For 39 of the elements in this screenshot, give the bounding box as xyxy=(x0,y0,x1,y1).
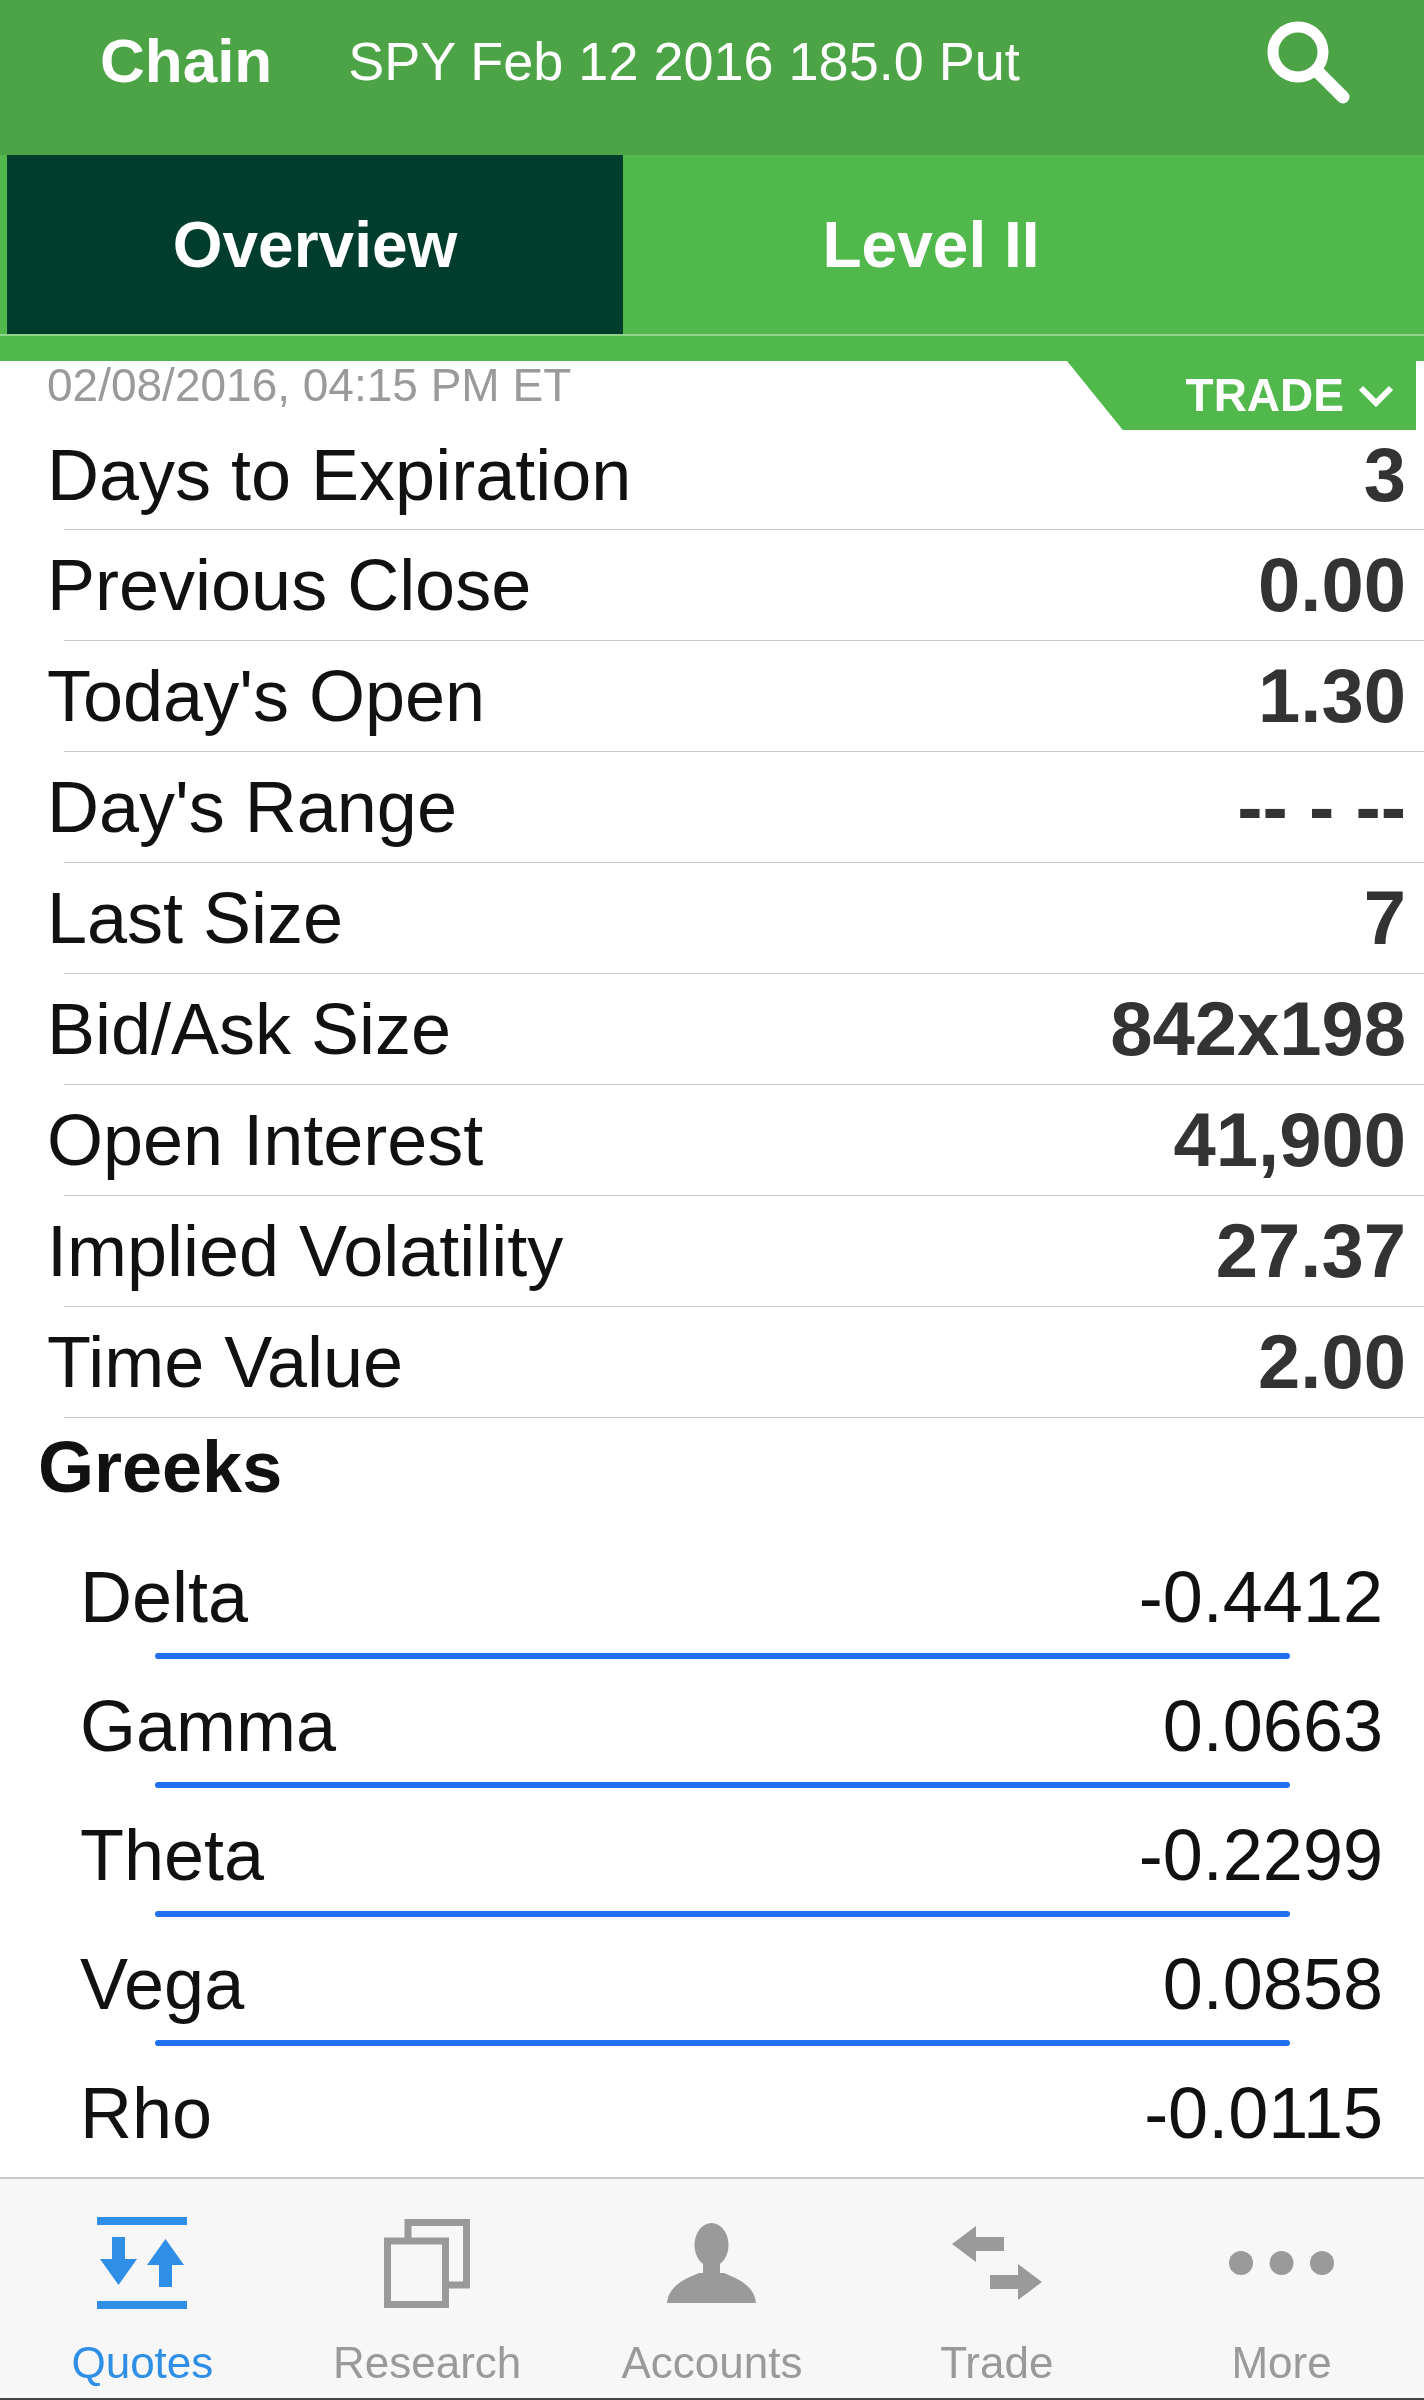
field-value: 27.37 xyxy=(1215,1213,1406,1289)
tab-bar-item[interactable]: Quotes xyxy=(0,2179,285,2398)
field-value: 2.00 xyxy=(1258,1324,1406,1400)
field-label: Last Size xyxy=(47,882,344,954)
field-value: 0.00 xyxy=(1258,547,1406,623)
field-label: Bid/Ask Size xyxy=(47,993,452,1065)
field-label: Time Value xyxy=(47,1326,404,1398)
field-label: Previous Close xyxy=(47,549,532,621)
field-value: 41,900 xyxy=(1173,1102,1406,1178)
trade-button[interactable]: TRADE xyxy=(1067,361,1416,430)
swap-arrows-icon xyxy=(951,2226,1042,2300)
field-value: 3 xyxy=(1363,436,1406,513)
tab-bar-item[interactable]: Accounts xyxy=(569,2179,855,2398)
tab-bar-item[interactable]: Research xyxy=(284,2179,570,2398)
tab-bar-item[interactable]: Trade xyxy=(854,2179,1140,2398)
field-value: -- - -- xyxy=(1237,769,1406,845)
greek-value: -0.0115 xyxy=(1144,2077,1383,2149)
field-value: 7 xyxy=(1363,880,1406,956)
chevron-down-icon xyxy=(1358,384,1394,407)
ellipsis-icon xyxy=(1228,2250,1336,2276)
arrows-between-bars-icon xyxy=(97,2217,188,2309)
greek-value: 0.0663 xyxy=(1162,1690,1383,1762)
greek-value: -0.2299 xyxy=(1138,1819,1383,1891)
timestamp: 02/08/2016, 04:15 PM ET xyxy=(47,361,572,410)
stacked-squares-icon xyxy=(384,2218,471,2308)
greek-label: Theta xyxy=(80,1819,265,1891)
person-silhouette-icon xyxy=(667,2223,757,2303)
greek-value: 0.0858 xyxy=(1162,1948,1383,2020)
field-value: 842x198 xyxy=(1110,991,1406,1067)
section-heading: Greeks xyxy=(38,1427,283,1507)
greek-label: Gamma xyxy=(80,1690,337,1762)
segment-tab[interactable]: Overview xyxy=(7,155,623,334)
tab-bar-item[interactable]: More xyxy=(1139,2179,1424,2398)
greek-label: Rho xyxy=(80,2077,213,2149)
greek-label: Delta xyxy=(80,1561,249,1633)
header-title: Chain xyxy=(100,25,273,97)
field-value: 1.30 xyxy=(1258,658,1406,734)
greek-value: -0.4412 xyxy=(1138,1561,1383,1633)
header-subtitle: SPY Feb 12 2016 185.0 Put xyxy=(348,30,1020,93)
